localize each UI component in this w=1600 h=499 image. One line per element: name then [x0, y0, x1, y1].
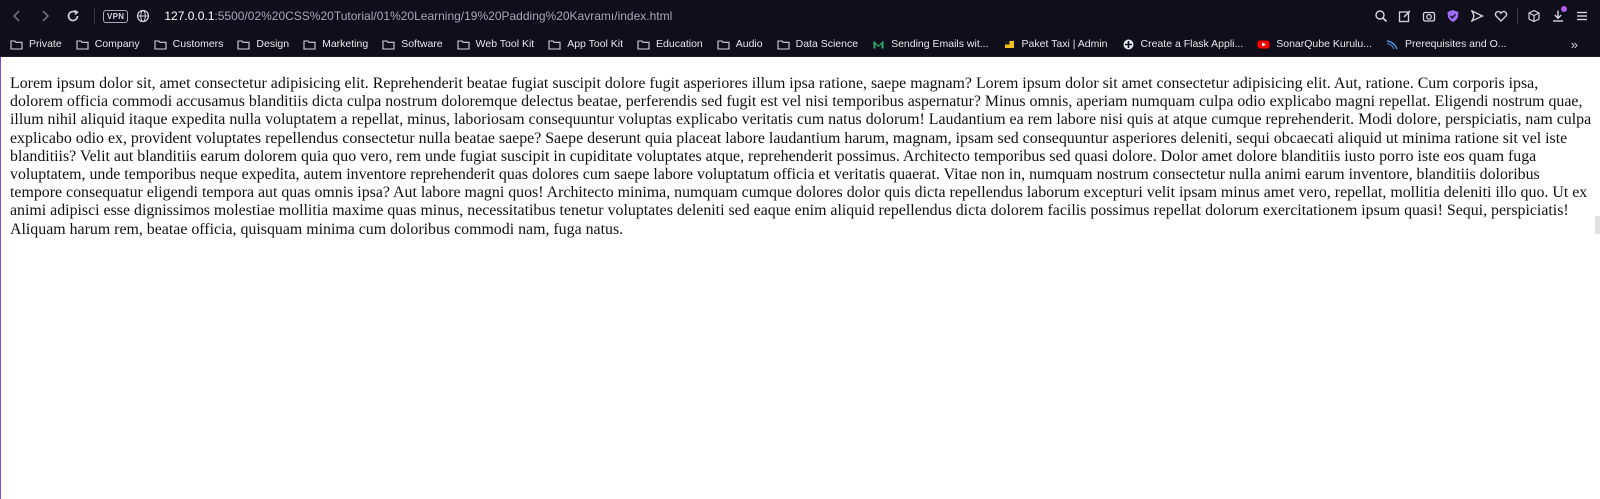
bookmark-label: Education: [656, 38, 703, 50]
bookmark-audio[interactable]: Audio: [717, 38, 763, 50]
folder-icon: [154, 39, 167, 50]
bookmark-label: Company: [94, 38, 140, 50]
bookmark-customers[interactable]: Customers: [154, 38, 224, 50]
bookmark-label: Marketing: [322, 38, 369, 50]
folder-icon: [637, 39, 650, 50]
flask-logo-icon: [1122, 39, 1135, 50]
url-host: 127.0.0.1: [164, 9, 215, 23]
folder-icon: [382, 39, 395, 50]
bookmark-software[interactable]: Software: [382, 38, 443, 50]
bookmark-label: Customers: [172, 38, 224, 50]
bookmark-label: Prerequisites and O...: [1404, 38, 1507, 50]
reload-icon[interactable]: [60, 3, 86, 29]
shield-icon[interactable]: [1441, 0, 1465, 32]
send-icon[interactable]: [1465, 0, 1489, 32]
bookmark-label: SonarQube Kurulu...: [1276, 38, 1372, 50]
zoom-icon[interactable]: [1369, 0, 1393, 32]
browser-toolbar: VPN 127.0.0.1:5500/02%20CSS%20Tutorial/0…: [0, 0, 1600, 32]
folder-icon: [10, 39, 23, 50]
bookmark-flask-app[interactable]: Create a Flask Appli...: [1122, 38, 1244, 50]
cube-icon[interactable]: [1522, 0, 1546, 32]
mail-logo-icon: [872, 39, 885, 50]
address-bar[interactable]: 127.0.0.1:5500/02%20CSS%20Tutorial/01%20…: [164, 9, 672, 23]
forward-icon[interactable]: [32, 3, 58, 29]
scrollbar-marker[interactable]: [1595, 216, 1600, 234]
bookmark-paket-taxi[interactable]: Paket Taxi | Admin: [1003, 38, 1108, 50]
menu-icon[interactable]: [1570, 0, 1594, 32]
bookmarks-bar: Private Company Customers Design Marketi…: [0, 32, 1600, 57]
edit-icon[interactable]: [1393, 0, 1417, 32]
sonar-logo-icon: [1386, 39, 1399, 50]
heart-icon[interactable]: [1489, 0, 1513, 32]
bookmark-label: Private: [29, 38, 62, 50]
folder-icon: [457, 39, 470, 50]
bookmark-label: Create a Flask Appli...: [1140, 38, 1244, 50]
bookmark-marketing[interactable]: Marketing: [303, 38, 368, 50]
lorem-paragraph: Lorem ipsum dolor sit, amet consectetur …: [10, 75, 1592, 238]
toolbar-divider: [1517, 8, 1518, 24]
globe-icon: [137, 9, 150, 23]
bookmark-label: Paket Taxi | Admin: [1021, 38, 1108, 50]
bookmark-label: Audio: [735, 38, 763, 50]
folder-icon: [76, 39, 89, 50]
download-icon[interactable]: [1546, 0, 1570, 32]
toolbar-actions: [1369, 0, 1594, 32]
notification-dot: [1561, 6, 1567, 12]
bookmark-app-tool-kit[interactable]: App Tool Kit: [548, 38, 623, 50]
bookmark-label: Sending Emails wit...: [891, 38, 989, 50]
bookmark-company[interactable]: Company: [76, 38, 140, 50]
bookmark-design[interactable]: Design: [237, 38, 289, 50]
url-path: :5500/02%20CSS%20Tutorial/01%20Learning/…: [214, 9, 673, 23]
bookmark-sonarqube[interactable]: SonarQube Kurulu...: [1257, 38, 1372, 50]
folder-icon: [717, 39, 730, 50]
bookmark-web-tool-kit[interactable]: Web Tool Kit: [457, 38, 535, 50]
bookmark-education[interactable]: Education: [637, 38, 703, 50]
page-content: Lorem ipsum dolor sit, amet consectetur …: [0, 57, 1600, 499]
folder-icon: [777, 39, 790, 50]
bookmark-label: Data Science: [795, 38, 859, 50]
back-icon[interactable]: [4, 3, 30, 29]
folder-icon: [237, 39, 250, 50]
youtube-icon: [1257, 39, 1270, 50]
bookmarks-overflow-button[interactable]: »: [1571, 32, 1578, 56]
folder-icon: [548, 39, 561, 50]
taxi-logo-icon: [1003, 39, 1016, 50]
bookmark-sending-emails[interactable]: Sending Emails wit...: [872, 38, 989, 50]
bookmark-label: Web Tool Kit: [475, 38, 535, 50]
bookmark-prerequisites[interactable]: Prerequisites and O...: [1386, 38, 1507, 50]
bookmark-label: App Tool Kit: [567, 38, 624, 50]
toolbar-divider: [94, 8, 95, 24]
bookmark-label: Design: [256, 38, 290, 50]
vpn-badge[interactable]: VPN: [103, 9, 129, 23]
camera-icon[interactable]: [1417, 0, 1441, 32]
bookmark-data-science[interactable]: Data Science: [777, 38, 858, 50]
bookmark-label: Software: [401, 38, 443, 50]
folder-icon: [303, 39, 316, 50]
bookmark-private[interactable]: Private: [10, 38, 62, 50]
